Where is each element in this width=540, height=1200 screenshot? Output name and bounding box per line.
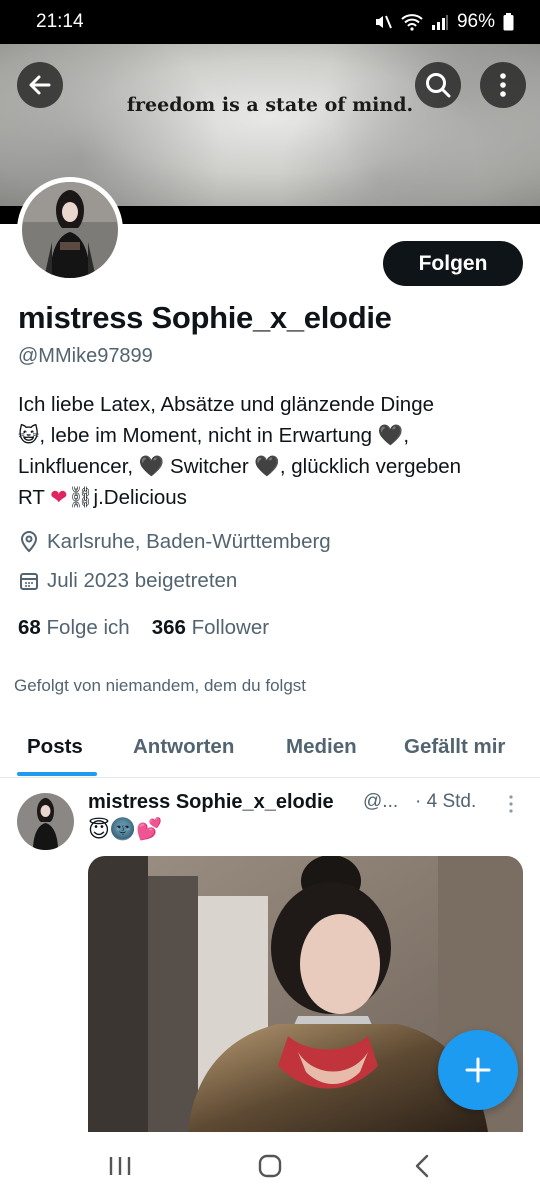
mute-icon bbox=[375, 15, 392, 29]
calendar-icon bbox=[20, 573, 38, 590]
red-heart-icon: ❤ bbox=[50, 486, 68, 509]
post-timestamp: · 4 Std. bbox=[415, 791, 477, 812]
tab-replies[interactable]: Antworten bbox=[133, 735, 234, 759]
cat-emoji: 😺 bbox=[18, 424, 40, 447]
following-link[interactable]: 68 Folge ich bbox=[18, 616, 130, 640]
arrow-left-icon bbox=[29, 75, 51, 95]
bio-line-1: Ich liebe Latex, Absätze und glänzende D… bbox=[18, 389, 528, 420]
search-button[interactable] bbox=[415, 62, 461, 108]
tab-likes[interactable]: Gefällt mir bbox=[404, 735, 505, 759]
followers-label: Follower bbox=[191, 616, 270, 639]
profile-location: Karlsruhe, Baden-Württemberg bbox=[19, 530, 331, 554]
post-more-icon[interactable] bbox=[504, 793, 518, 815]
home-icon[interactable] bbox=[257, 1154, 283, 1178]
post-emoji-1: 😇 bbox=[88, 819, 110, 842]
system-nav-bar bbox=[0, 1132, 540, 1200]
black-heart-icon: 🖤 bbox=[254, 455, 280, 478]
post-avatar[interactable] bbox=[17, 793, 74, 850]
bio-text-6: RT bbox=[18, 486, 45, 509]
followers-link[interactable]: 366 Follower bbox=[152, 616, 269, 640]
back-button[interactable] bbox=[17, 62, 63, 108]
bio-line-3: Linkfluencer, 🖤 Switcher 🖤, glücklich ve… bbox=[18, 451, 528, 482]
post-emoji-2: 🌚 bbox=[109, 818, 137, 841]
back-nav-icon[interactable] bbox=[410, 1154, 436, 1178]
banner-quote: freedom is a state of mind. bbox=[126, 94, 414, 116]
following-label: Folge ich bbox=[46, 616, 130, 639]
bio-text-5: , glücklich vergeben bbox=[279, 455, 462, 478]
bio-line-4: RT ❤⛓j.Delicious bbox=[18, 482, 528, 513]
profile-joined: Juli 2023 beigetreten bbox=[19, 569, 237, 593]
profile-display-name: mistress Sophie_x_elodie bbox=[18, 300, 392, 335]
active-tab-indicator bbox=[17, 772, 97, 776]
profile-avatar[interactable] bbox=[17, 177, 123, 283]
location-text: Karlsruhe, Baden-Württemberg bbox=[47, 530, 331, 553]
bio-line-2: 😺, lebe im Moment, nicht in Erwartung 🖤, bbox=[18, 424, 410, 447]
joined-text: Juli 2023 beigetreten bbox=[47, 569, 238, 592]
bio-link[interactable]: j.Delicious bbox=[94, 486, 187, 509]
battery-level: 96% bbox=[456, 11, 495, 32]
post-emoji-3: 💕 bbox=[136, 818, 163, 841]
profile-bio: Ich liebe Latex, Absätze und glänzende D… bbox=[18, 389, 528, 513]
bio-text-1: Ich liebe Latex, Absätze und glänzende D… bbox=[18, 393, 434, 416]
status-bar: 21:14 96% bbox=[0, 0, 540, 44]
followers-count: 366 bbox=[151, 616, 186, 639]
bio-text-3: Linkfluencer, bbox=[18, 455, 134, 478]
signal-icon bbox=[431, 15, 448, 30]
post-text: 😇 🌚 💕 bbox=[88, 818, 162, 843]
profile-tabs: Posts Antworten Medien Gefällt mir bbox=[0, 718, 540, 778]
profile-stats: 68 Folge ich 366 Follower bbox=[18, 616, 269, 640]
post-author-handle: @... bbox=[363, 791, 399, 812]
status-time: 21:14 bbox=[36, 11, 84, 32]
more-vertical-icon bbox=[500, 73, 506, 97]
tab-media[interactable]: Medien bbox=[286, 735, 357, 759]
profile-handle: @MMike97899 bbox=[18, 345, 153, 367]
follow-button[interactable]: Folgen bbox=[383, 241, 523, 286]
post-author-name[interactable]: mistress Sophie_x_elodie bbox=[88, 791, 334, 814]
chains-icon: ⛓ bbox=[67, 486, 94, 509]
following-count: 68 bbox=[18, 616, 41, 639]
plus-icon bbox=[465, 1057, 491, 1083]
status-icons: 96% bbox=[373, 11, 514, 33]
bio-text-4: Switcher bbox=[170, 455, 249, 478]
wifi-icon bbox=[401, 14, 423, 31]
location-pin-icon bbox=[20, 531, 38, 553]
black-heart-icon: 🖤 bbox=[138, 455, 165, 478]
more-options-button[interactable] bbox=[480, 62, 526, 108]
followed-by-text: Gefolgt von niemandem, dem du folgst bbox=[14, 676, 306, 695]
battery-icon bbox=[503, 13, 514, 31]
black-heart-icon: 🖤 bbox=[377, 424, 404, 447]
recent-apps-icon[interactable] bbox=[107, 1154, 133, 1178]
bio-text-2: , lebe im Moment, nicht in Erwartung bbox=[39, 424, 373, 447]
search-icon bbox=[426, 73, 451, 98]
tab-posts[interactable]: Posts bbox=[27, 735, 83, 759]
avatar-image bbox=[22, 182, 118, 278]
compose-button[interactable] bbox=[438, 1030, 518, 1110]
